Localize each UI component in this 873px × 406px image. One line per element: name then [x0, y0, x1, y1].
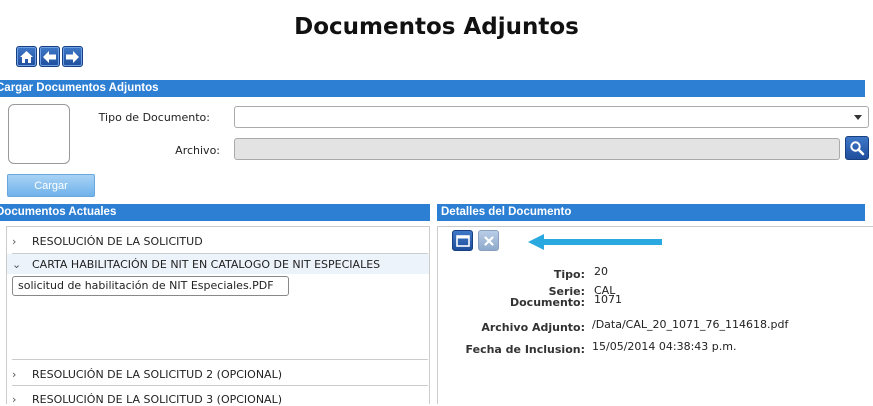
documento-value: 1071: [594, 293, 622, 306]
tree-item-label: RESOLUCIÓN DE LA SOLICITUD 2 (OPCIONAL): [32, 368, 283, 381]
upload-section-title: Cargar Documentos Adjuntos: [0, 82, 159, 94]
back-button[interactable]: [39, 46, 60, 67]
details-title: Detalles del Documento: [441, 206, 572, 218]
delete-document-button[interactable]: [478, 230, 499, 251]
close-icon: [483, 235, 494, 246]
archivo-label: Archivo:: [175, 144, 220, 157]
fecha-inclusion-label: Fecha de Inclusion:: [465, 343, 585, 356]
tree-item[interactable]: › RESOLUCIÓN DE LA SOLICITUD 2 (OPCIONAL…: [12, 368, 282, 381]
tree-item[interactable]: ⌄ CARTA HABILITACIÓN DE NIT EN CATALOGO …: [12, 258, 380, 271]
fecha-inclusion-value: 15/05/2014 04:38:43 p.m.: [592, 340, 737, 353]
current-documents-header: Documentos Actuales: [0, 204, 430, 221]
home-icon: [20, 50, 33, 63]
details-header: Detalles del Documento: [437, 204, 865, 221]
documento-label: Documento:: [509, 296, 585, 309]
tipo-value: 20: [594, 265, 608, 278]
archivo-input[interactable]: [234, 138, 840, 160]
tree-item-label: RESOLUCIÓN DE LA SOLICITUD 3 (OPCIONAL): [32, 393, 283, 406]
tree-item[interactable]: › RESOLUCIÓN DE LA SOLICITUD: [12, 235, 203, 248]
chevron-down-icon: ⌄: [12, 258, 22, 271]
archivo-adjunto-label: Archivo Adjunto:: [481, 321, 585, 334]
tree-item-label: RESOLUCIÓN DE LA SOLICITUD: [32, 235, 203, 248]
dropdown-arrow-icon: [854, 115, 862, 120]
details-panel: [437, 226, 873, 404]
chevron-right-icon: ›: [12, 235, 17, 248]
tipo-documento-label: Tipo de Documento:: [98, 111, 210, 124]
window-icon: [455, 234, 470, 247]
browse-button[interactable]: [845, 136, 869, 160]
open-document-button[interactable]: [452, 230, 473, 251]
page-title: Documentos Adjuntos: [294, 14, 579, 40]
annotation-arrow-icon: [528, 234, 662, 250]
document-preview: [8, 104, 70, 164]
tipo-documento-select[interactable]: [234, 106, 869, 128]
chevron-right-icon: ›: [12, 368, 17, 381]
tipo-label: Tipo:: [553, 268, 585, 281]
cargar-button[interactable]: Cargar: [7, 174, 95, 197]
chevron-right-icon: ›: [12, 393, 17, 406]
divider: [12, 385, 428, 386]
divider: [12, 359, 428, 360]
arrow-left-icon: [43, 50, 56, 63]
search-icon: [850, 141, 865, 156]
arrow-right-icon: [66, 50, 79, 63]
tree-item[interactable]: › RESOLUCIÓN DE LA SOLICITUD 3 (OPCIONAL…: [12, 393, 282, 406]
home-button[interactable]: [16, 46, 37, 67]
forward-button[interactable]: [62, 46, 83, 67]
archivo-adjunto-value: /Data/CAL_20_1071_76_114618.pdf: [592, 318, 789, 331]
tree-item-label: CARTA HABILITACIÓN DE NIT EN CATALOGO DE…: [32, 258, 381, 271]
upload-section-header: Cargar Documentos Adjuntos: [0, 80, 865, 97]
attached-file-link[interactable]: solicitud de habilitación de NIT Especia…: [12, 276, 289, 296]
current-documents-title: Documentos Actuales: [0, 206, 117, 218]
